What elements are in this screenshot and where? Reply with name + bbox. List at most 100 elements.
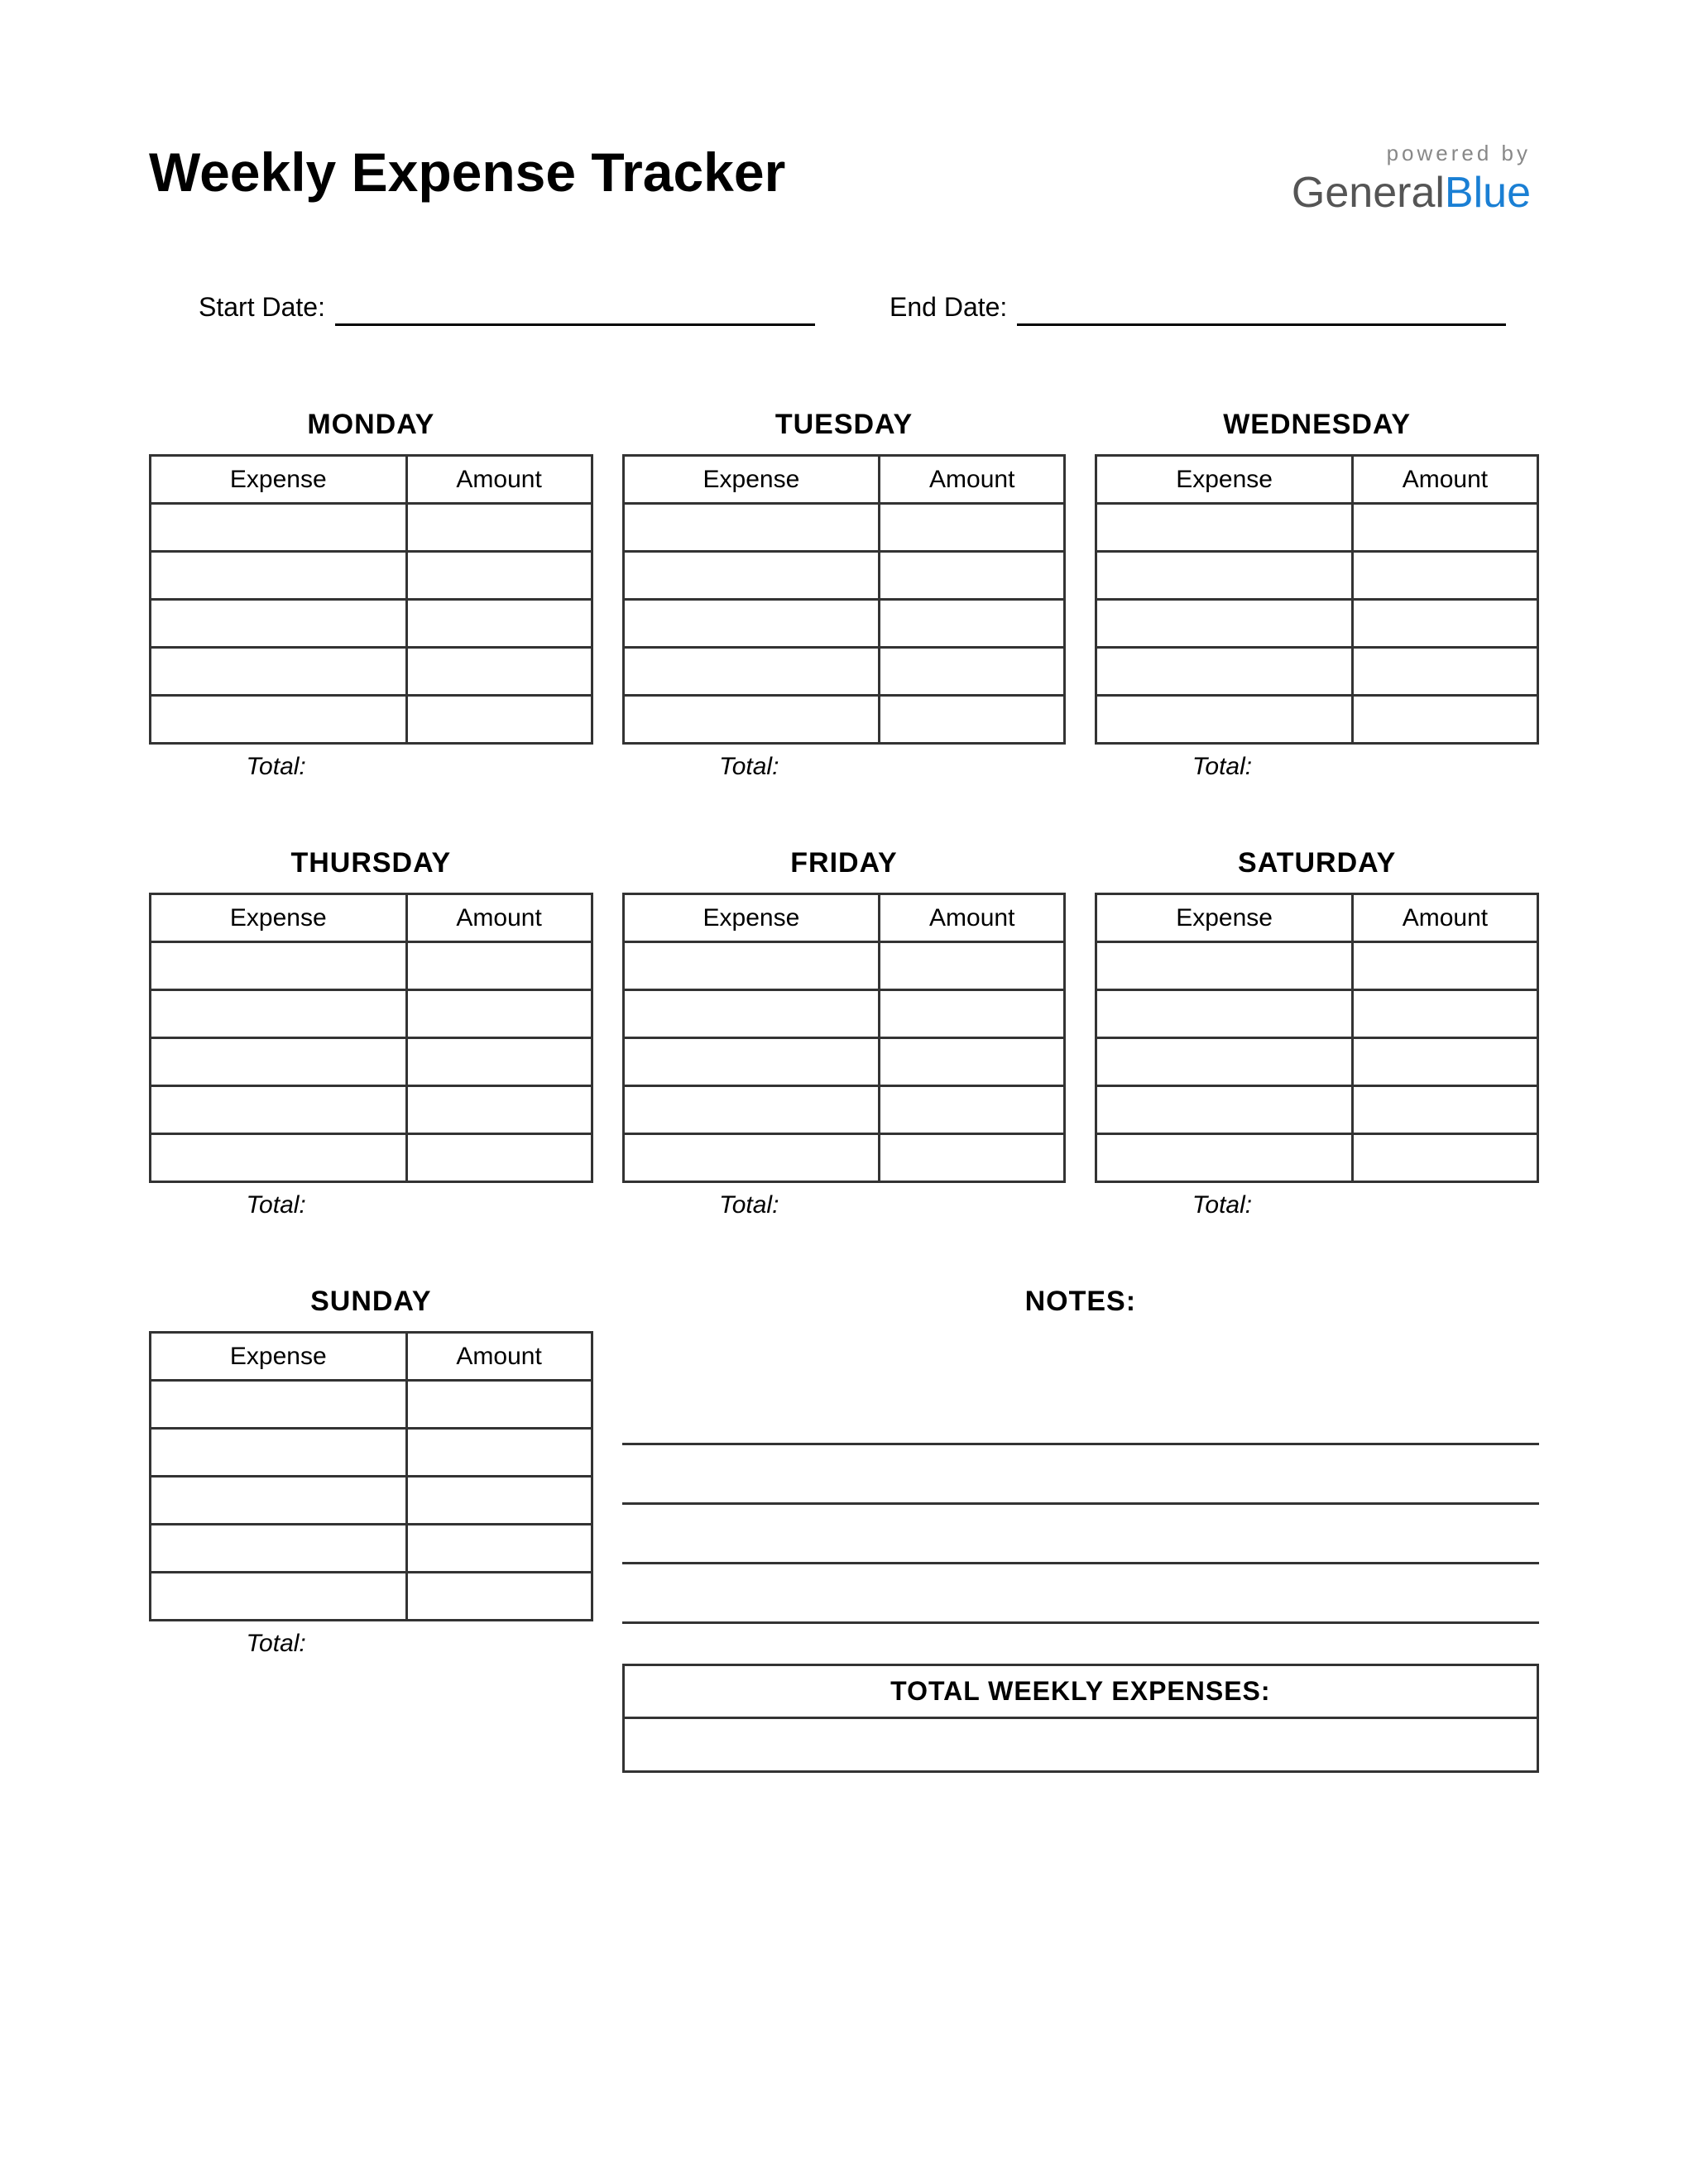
expense-cell[interactable]: [151, 1134, 407, 1182]
table-row: [623, 1038, 1065, 1086]
amount-cell[interactable]: [880, 696, 1065, 744]
expense-cell[interactable]: [151, 1038, 407, 1086]
amount-cell[interactable]: [880, 600, 1065, 648]
expense-table-monday: ExpenseAmount: [149, 454, 593, 745]
amount-cell[interactable]: [1352, 1038, 1537, 1086]
amount-cell[interactable]: [1352, 552, 1537, 600]
amount-cell[interactable]: [880, 942, 1065, 990]
amount-cell[interactable]: [880, 1038, 1065, 1086]
expense-cell[interactable]: [151, 552, 407, 600]
total-value[interactable]: [1353, 753, 1539, 781]
amount-cell[interactable]: [880, 990, 1065, 1038]
amount-cell[interactable]: [406, 1477, 592, 1525]
expense-cell[interactable]: [1096, 1086, 1353, 1134]
amount-cell[interactable]: [406, 600, 592, 648]
amount-cell[interactable]: [1352, 600, 1537, 648]
amount-cell[interactable]: [406, 1381, 592, 1429]
start-date-label: Start Date:: [199, 292, 335, 326]
amount-cell[interactable]: [406, 1086, 592, 1134]
notes-lines: [622, 1386, 1539, 1624]
amount-cell[interactable]: [406, 552, 592, 600]
expense-cell[interactable]: [623, 1086, 880, 1134]
expense-cell[interactable]: [1096, 942, 1353, 990]
total-weekly-value[interactable]: [625, 1719, 1537, 1770]
amount-cell[interactable]: [406, 1525, 592, 1573]
expense-cell[interactable]: [151, 942, 407, 990]
note-line[interactable]: [622, 1564, 1539, 1624]
amount-cell[interactable]: [406, 990, 592, 1038]
expense-cell[interactable]: [623, 600, 880, 648]
start-date-input[interactable]: [335, 293, 815, 326]
expense-cell[interactable]: [1096, 990, 1353, 1038]
expense-cell[interactable]: [151, 600, 407, 648]
total-label: Total:: [149, 1630, 406, 1658]
total-value[interactable]: [406, 1191, 592, 1219]
amount-cell[interactable]: [1352, 990, 1537, 1038]
amount-cell[interactable]: [1352, 1134, 1537, 1182]
day-name: FRIDAY: [622, 847, 1067, 879]
col-header-amount: Amount: [406, 894, 592, 942]
expense-cell[interactable]: [1096, 600, 1353, 648]
total-value[interactable]: [1353, 1191, 1539, 1219]
expense-cell[interactable]: [623, 942, 880, 990]
amount-cell[interactable]: [406, 1134, 592, 1182]
day-total: Total:: [1095, 1191, 1539, 1219]
amount-cell[interactable]: [1352, 942, 1537, 990]
amount-cell[interactable]: [880, 648, 1065, 696]
note-line[interactable]: [622, 1386, 1539, 1445]
expense-cell[interactable]: [1096, 1134, 1353, 1182]
amount-cell[interactable]: [880, 552, 1065, 600]
amount-cell[interactable]: [1352, 1086, 1537, 1134]
expense-cell[interactable]: [623, 1134, 880, 1182]
brand-name: GeneralBlue: [1292, 168, 1531, 218]
amount-cell[interactable]: [1352, 696, 1537, 744]
end-date-input[interactable]: [1017, 293, 1506, 326]
amount-cell[interactable]: [406, 942, 592, 990]
expense-cell[interactable]: [151, 990, 407, 1038]
expense-cell[interactable]: [151, 648, 407, 696]
expense-cell[interactable]: [1096, 1038, 1353, 1086]
expense-cell[interactable]: [623, 696, 880, 744]
expense-cell[interactable]: [151, 1573, 407, 1621]
expense-cell[interactable]: [623, 648, 880, 696]
day-total: Total:: [622, 753, 1067, 781]
expense-cell[interactable]: [151, 696, 407, 744]
amount-cell[interactable]: [880, 504, 1065, 552]
expense-cell[interactable]: [623, 990, 880, 1038]
amount-cell[interactable]: [406, 504, 592, 552]
amount-cell[interactable]: [406, 648, 592, 696]
expense-cell[interactable]: [1096, 552, 1353, 600]
amount-cell[interactable]: [880, 1134, 1065, 1182]
expense-cell[interactable]: [151, 1525, 407, 1573]
expense-cell[interactable]: [623, 552, 880, 600]
expense-cell[interactable]: [1096, 696, 1353, 744]
amount-cell[interactable]: [880, 1086, 1065, 1134]
total-value[interactable]: [406, 753, 592, 781]
expense-cell[interactable]: [151, 504, 407, 552]
amount-cell[interactable]: [406, 1573, 592, 1621]
expense-cell[interactable]: [623, 1038, 880, 1086]
note-line[interactable]: [622, 1505, 1539, 1564]
table-row: [151, 1381, 592, 1429]
amount-cell[interactable]: [1352, 504, 1537, 552]
expense-table-wednesday: ExpenseAmount: [1095, 454, 1539, 745]
expense-cell[interactable]: [151, 1429, 407, 1477]
amount-cell[interactable]: [406, 1038, 592, 1086]
expense-cell[interactable]: [1096, 504, 1353, 552]
expense-table-friday: ExpenseAmount: [622, 893, 1067, 1183]
expense-cell[interactable]: [151, 1381, 407, 1429]
total-value[interactable]: [406, 1630, 592, 1658]
table-row: [151, 1477, 592, 1525]
expense-cell[interactable]: [151, 1477, 407, 1525]
expense-cell[interactable]: [1096, 648, 1353, 696]
total-value[interactable]: [880, 753, 1066, 781]
expense-cell[interactable]: [623, 504, 880, 552]
amount-cell[interactable]: [406, 1429, 592, 1477]
expense-cell[interactable]: [151, 1086, 407, 1134]
table-row: [151, 504, 592, 552]
page-title: Weekly Expense Tracker: [149, 141, 785, 204]
note-line[interactable]: [622, 1445, 1539, 1505]
amount-cell[interactable]: [1352, 648, 1537, 696]
total-value[interactable]: [880, 1191, 1066, 1219]
amount-cell[interactable]: [406, 696, 592, 744]
